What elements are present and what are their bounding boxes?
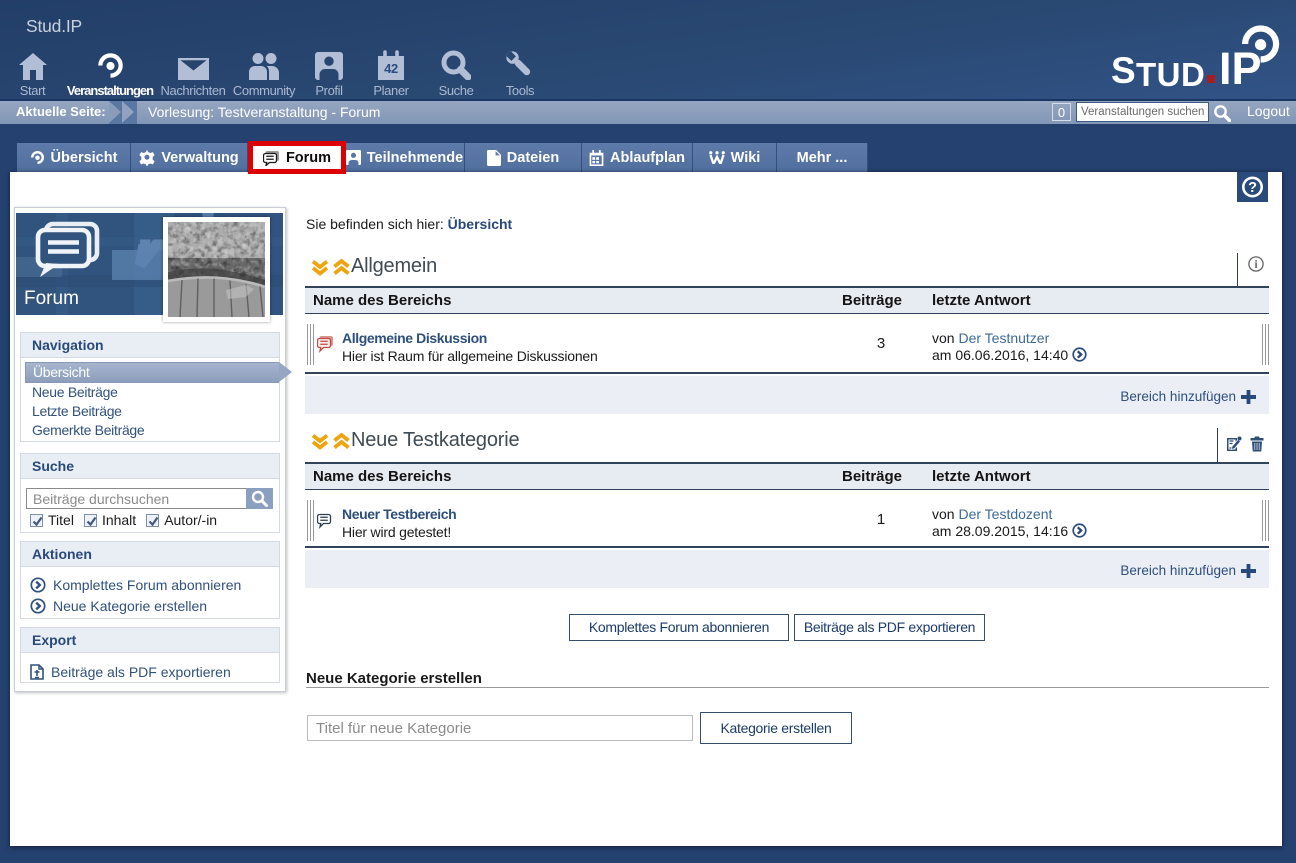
- svg-text:i: i: [1254, 259, 1257, 271]
- svg-text:42: 42: [384, 61, 398, 76]
- svg-text:?: ?: [1248, 180, 1257, 196]
